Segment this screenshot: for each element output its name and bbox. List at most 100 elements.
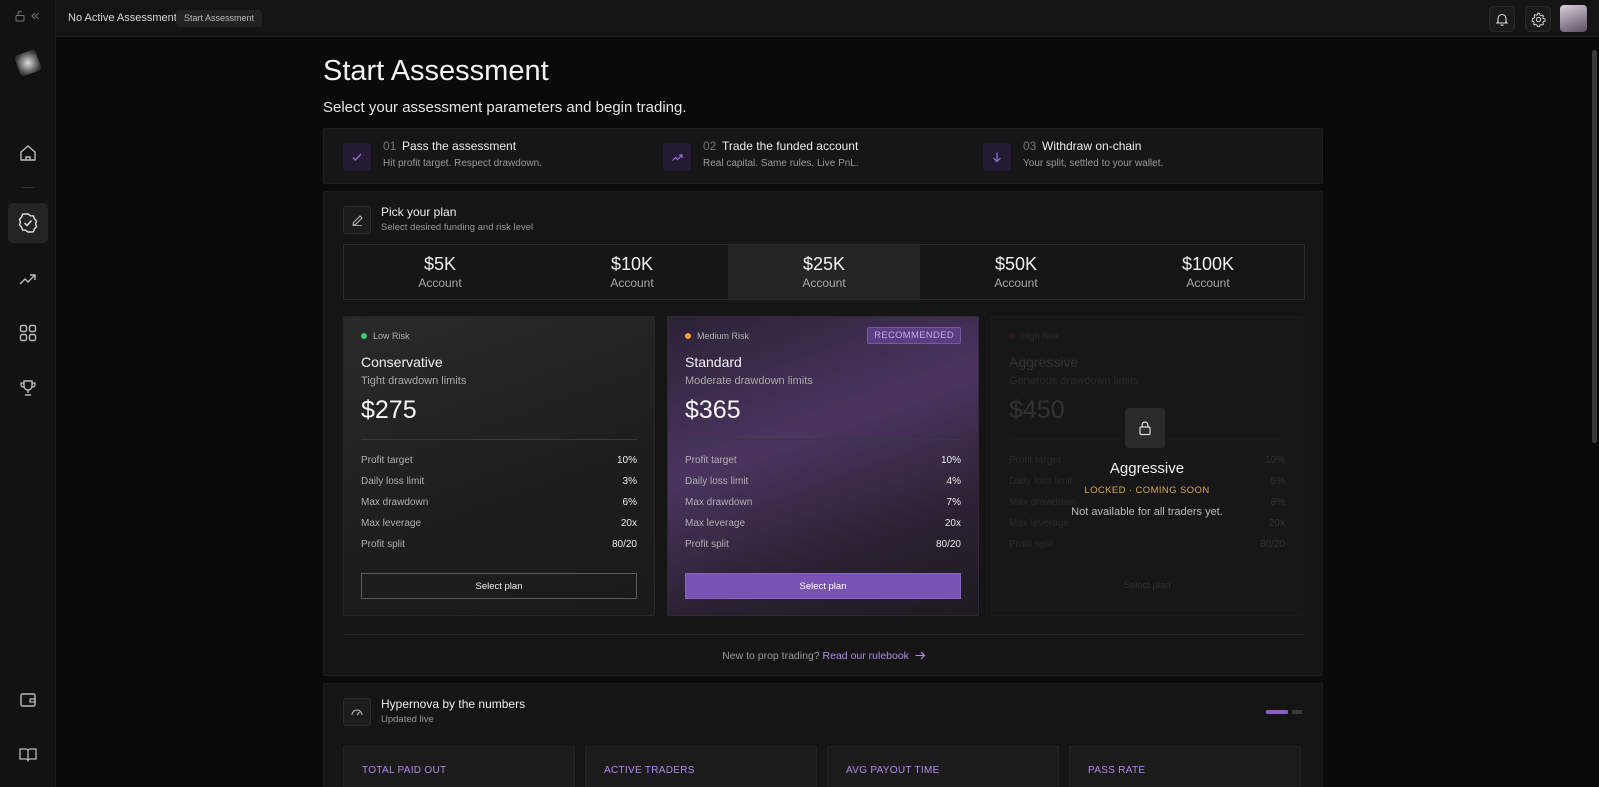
risk-dot (1009, 333, 1015, 339)
rule-value: 10% (616, 455, 637, 466)
rulebook-link[interactable]: Read our rulebook (823, 650, 926, 662)
arrow-down-icon (983, 143, 1011, 171)
page-title: Start Assessment (323, 55, 549, 87)
rule-key: Max drawdown (685, 497, 753, 508)
rule-value: 80/20 (935, 539, 961, 550)
grid-icon[interactable] (8, 313, 48, 353)
wallet-icon[interactable] (8, 680, 48, 720)
risk-indicator: Low Risk (361, 331, 410, 341)
account-option-5k[interactable]: $5K Account (344, 245, 536, 299)
page-subtitle: Select your assessment parameters and be… (323, 99, 687, 116)
rule-value: 10% (940, 455, 961, 466)
plan-name: Standard (685, 354, 742, 370)
account-option-100k[interactable]: $100K Account (1112, 245, 1304, 299)
lock-icon (1125, 408, 1165, 448)
rule-row: Profit split 80/20 (1009, 539, 1285, 560)
stat-label: PASS RATE (1088, 765, 1146, 776)
rule-row: Profit target 10% (685, 455, 961, 476)
stats-panel: Hypernova by the numbers Updated live TO… (323, 683, 1323, 787)
rule-row: Profit split 80/20 (361, 539, 637, 560)
step-number: 01 (383, 139, 397, 153)
locked-status: LOCKED · COMING SOON (1084, 485, 1210, 496)
breadcrumb[interactable]: Start Assessment (176, 10, 263, 27)
select-plan-button[interactable]: Select plan (685, 573, 961, 599)
rulebook-prompt-text: New to prop trading? (722, 650, 820, 662)
plan-desc: Generous drawdown limits (1009, 375, 1139, 387)
plan-card-conservative[interactable]: Low Risk Conservative Tight drawdown lim… (343, 316, 655, 616)
rule-row: Max leverage 20x (1009, 518, 1285, 539)
plan-card-standard[interactable]: Medium Risk RECOMMENDED Standard Moderat… (667, 316, 979, 616)
rule-key: Daily loss limit (685, 476, 749, 487)
account-amount: $10K (610, 254, 654, 274)
app-root: No Active Assessment Start Assessment St… (0, 0, 1599, 787)
steps-strip: 01 Pass the assessment Hit profit target… (323, 128, 1323, 184)
stat-card: ACTIVE TRADERS (585, 746, 817, 787)
rule-key: Max leverage (685, 518, 746, 529)
risk-label: Low Risk (373, 331, 410, 341)
unlock-icon[interactable] (14, 10, 26, 25)
rule-key: Profit target (685, 455, 737, 466)
rule-value: 20x (944, 518, 961, 529)
risk-label: Medium Risk (697, 331, 750, 341)
plan-panel: Pick your plan Select desired funding an… (323, 191, 1323, 676)
step-number: 02 (703, 139, 717, 153)
trophy-icon[interactable] (8, 368, 48, 408)
stat-card: AVG PAYOUT TIME (827, 746, 1059, 787)
rule-row: Max drawdown 7% (685, 497, 961, 518)
arrow-right-icon (915, 651, 926, 660)
rule-key: Profit split (1009, 539, 1053, 550)
recommended-badge: RECOMMENDED (867, 327, 961, 344)
topbar: No Active Assessment Start Assessment (56, 0, 1599, 37)
plan-subtitle: Select desired funding and risk level (381, 222, 534, 233)
gear-icon[interactable] (1525, 6, 1551, 32)
rule-key: Max leverage (1009, 518, 1070, 529)
rule-value: 7% (946, 497, 961, 508)
plan-card-aggressive: High Risk Aggressive Generous drawdown l… (991, 316, 1303, 616)
bell-icon[interactable] (1489, 6, 1515, 32)
rule-row: Profit split 80/20 (685, 539, 961, 560)
account-amount: $5K (423, 254, 457, 274)
account-option-50k[interactable]: $50K Account (920, 245, 1112, 299)
account-amount: $50K (994, 254, 1038, 274)
home-icon[interactable] (8, 133, 48, 173)
select-plan-button-disabled: Select plan (1123, 580, 1171, 591)
stats-subtitle: Updated live (381, 714, 434, 725)
trending-up-icon[interactable] (8, 259, 48, 299)
locked-plan-name: Aggressive (1109, 460, 1185, 477)
plan-rules: Profit target 10% Daily loss limit 3% Max … (361, 455, 637, 560)
account-label: Account (1186, 276, 1230, 290)
risk-label: High Risk (1021, 331, 1060, 341)
select-plan-button[interactable]: Select plan (361, 573, 637, 599)
divider (685, 439, 961, 440)
book-icon[interactable] (8, 735, 48, 775)
rule-key: Profit split (361, 539, 405, 550)
brand-logo[interactable] (13, 48, 43, 78)
avatar[interactable] (1560, 5, 1587, 32)
rule-row: Max drawdown 6% (361, 497, 637, 518)
stats-title: Hypernova by the numbers (381, 697, 526, 711)
plan-title: Pick your plan (381, 205, 457, 219)
account-label: Account (994, 276, 1038, 290)
stat-label: TOTAL PAID OUT (362, 765, 447, 776)
carousel-indicator[interactable] (1266, 710, 1302, 714)
sidebar (0, 0, 56, 787)
step-title: Withdraw on-chain (1042, 139, 1142, 153)
carousel-dot-active[interactable] (1266, 710, 1288, 714)
plan-desc: Moderate drawdown limits (685, 375, 813, 387)
rule-key: Max drawdown (361, 497, 429, 508)
stat-card: TOTAL PAID OUT (343, 746, 575, 787)
plan-price: $365 (685, 396, 741, 424)
collapse-sidebar-icon[interactable] (30, 11, 40, 24)
risk-dot (685, 333, 691, 339)
account-option-25k[interactable]: $25K Account (728, 245, 920, 299)
scrollbar-thumb[interactable] (1592, 50, 1597, 443)
assessment-badge-icon[interactable] (8, 203, 48, 243)
account-amount: $100K (1181, 254, 1235, 274)
account-option-10k[interactable]: $10K Account (536, 245, 728, 299)
rule-row: Daily loss limit 3% (361, 476, 637, 497)
rule-value: 80/20 (611, 539, 637, 550)
step-title: Pass the assessment (402, 139, 517, 153)
locked-note: Not available for all traders yet. (1071, 506, 1223, 518)
carousel-dot[interactable] (1292, 710, 1302, 714)
plan-rules: Profit target 10% Daily loss limit 4% Max … (685, 455, 961, 560)
